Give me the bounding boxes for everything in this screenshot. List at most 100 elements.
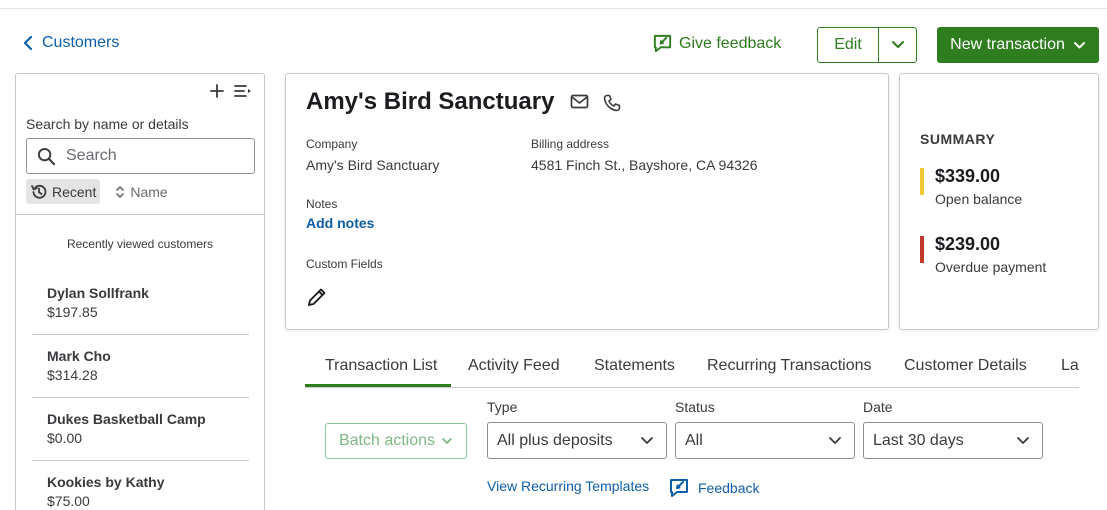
status-filter-value: All bbox=[685, 431, 703, 449]
tab-recurring-transactions[interactable]: Recurring Transactions bbox=[707, 357, 872, 375]
add-customer-button[interactable] bbox=[210, 84, 224, 98]
date-filter-label: Date bbox=[863, 399, 893, 415]
recent-customers-title: Recently viewed customers bbox=[66, 237, 214, 251]
sort-recent-button[interactable]: Recent bbox=[26, 179, 101, 204]
billing-address-label: Billing address bbox=[531, 137, 610, 151]
custom-fields-label: Custom Fields bbox=[306, 257, 383, 271]
customer-list-panel: Search by name or details Recent Name Re… bbox=[15, 73, 265, 510]
customer-name: Mark Cho bbox=[47, 348, 111, 364]
search-icon bbox=[37, 147, 56, 165]
feedback-icon bbox=[653, 34, 672, 53]
billing-address-value: 4581 Finch St., Bayshore, CA 94326 bbox=[531, 157, 758, 173]
give-feedback-link[interactable]: Give feedback bbox=[652, 33, 781, 54]
add-notes-link[interactable]: Add notes bbox=[306, 215, 374, 231]
open-balance-indicator bbox=[920, 168, 924, 195]
pencil-icon bbox=[308, 288, 326, 306]
edit-custom-fields-button[interactable] bbox=[306, 286, 328, 308]
open-balance-amount: $339.00 bbox=[935, 166, 1001, 186]
bottom-links: View Recurring Templates bbox=[487, 478, 649, 494]
date-filter-select[interactable]: Last 30 days bbox=[863, 422, 1043, 459]
chevron-down-icon bbox=[1017, 437, 1029, 444]
type-filter-label: Type bbox=[487, 399, 518, 415]
customer-search-box bbox=[26, 138, 255, 174]
active-tab-indicator bbox=[305, 384, 451, 387]
search-input[interactable] bbox=[66, 147, 236, 165]
feedback-label: Feedback bbox=[698, 480, 760, 496]
customer-detail-card: Amy's Bird Sanctuary Company Amy's Bird … bbox=[285, 73, 889, 330]
customer-balance: $314.28 bbox=[47, 367, 98, 383]
sort-controls: Recent Name bbox=[26, 179, 172, 204]
tab-transaction-list[interactable]: Transaction List bbox=[325, 357, 437, 375]
date-filter-value: Last 30 days bbox=[873, 431, 964, 449]
top-divider bbox=[0, 8, 1107, 9]
customer-balance: $197.85 bbox=[47, 304, 98, 320]
chevron-down-icon bbox=[1073, 41, 1085, 48]
customer-balance: $75.00 bbox=[47, 493, 90, 509]
summary-title: SUMMARY bbox=[920, 131, 996, 147]
list-tools bbox=[210, 84, 252, 98]
company-label: Company bbox=[306, 137, 358, 151]
overdue-amount: $239.00 bbox=[935, 234, 1001, 254]
customer-name: Dukes Basketball Camp bbox=[47, 411, 206, 427]
open-balance-text: $339.00 Open balance bbox=[935, 166, 1022, 207]
email-button[interactable] bbox=[570, 94, 589, 112]
list-item[interactable]: Kookies by Kathy $75.00 bbox=[32, 461, 249, 510]
status-filter-label: Status bbox=[675, 399, 715, 415]
view-recurring-templates-link[interactable]: View Recurring Templates bbox=[487, 478, 649, 494]
chevron-down-icon bbox=[891, 41, 904, 48]
list-item[interactable]: Mark Cho $314.28 bbox=[32, 335, 249, 398]
give-feedback-label: Give feedback bbox=[679, 34, 782, 52]
list-item[interactable]: Dylan Sollfrank $197.85 bbox=[32, 272, 249, 335]
plus-icon bbox=[210, 84, 224, 98]
back-link-label: Customers bbox=[42, 34, 120, 51]
chevron-left-icon bbox=[23, 35, 33, 51]
sort-name-button[interactable]: Name bbox=[110, 179, 171, 204]
new-transaction-button[interactable]: New transaction bbox=[937, 27, 1099, 63]
tab-statements[interactable]: Statements bbox=[594, 357, 675, 375]
sort-name-label: Name bbox=[130, 183, 168, 200]
customer-list: Dylan Sollfrank $197.85 Mark Cho $314.28… bbox=[32, 272, 249, 510]
overdue-label: Overdue payment bbox=[935, 259, 1047, 275]
list-options-button[interactable] bbox=[234, 84, 252, 98]
edit-button-group: Edit bbox=[817, 27, 917, 63]
overdue-indicator bbox=[920, 236, 924, 263]
customer-balance: $0.00 bbox=[47, 430, 83, 446]
tab-activity-feed[interactable]: Activity Feed bbox=[468, 357, 560, 375]
phone-icon bbox=[603, 94, 621, 112]
tab-customer-details[interactable]: Customer Details bbox=[904, 357, 1027, 375]
chevron-down-icon bbox=[442, 438, 452, 444]
list-divider bbox=[16, 214, 264, 215]
batch-actions-button[interactable]: Batch actions bbox=[325, 423, 467, 459]
search-hint: Search by name or details bbox=[26, 116, 189, 132]
sort-recent-label: Recent bbox=[52, 183, 97, 200]
customer-name: Kookies by Kathy bbox=[47, 474, 165, 490]
batch-actions-label: Batch actions bbox=[338, 432, 436, 449]
list-item[interactable]: Dukes Basketball Camp $0.00 bbox=[32, 398, 249, 461]
open-balance-label: Open balance bbox=[935, 191, 1023, 207]
chevron-down-icon bbox=[829, 437, 841, 444]
status-filter-select[interactable]: All bbox=[675, 422, 855, 459]
back-to-customers-link[interactable]: Customers bbox=[22, 34, 119, 52]
chevron-down-icon bbox=[641, 437, 653, 444]
edit-dropdown-button[interactable] bbox=[879, 28, 916, 62]
feedback-icon bbox=[670, 479, 688, 497]
feedback-link[interactable]: Feedback bbox=[668, 477, 759, 499]
customer-name: Dylan Sollfrank bbox=[47, 285, 149, 301]
history-icon bbox=[31, 184, 47, 199]
type-filter-select[interactable]: All plus deposits bbox=[487, 422, 667, 459]
contact-icons bbox=[570, 94, 621, 112]
new-transaction-label: New transaction bbox=[950, 36, 1065, 53]
customer-tabs: Transaction List Activity Feed Statement… bbox=[305, 349, 1079, 388]
sort-arrows-icon bbox=[116, 185, 125, 198]
overdue-text: $239.00 Overdue payment bbox=[935, 234, 1046, 275]
notes-label: Notes bbox=[306, 197, 338, 211]
company-value: Amy's Bird Sanctuary bbox=[306, 157, 440, 173]
overdue-row[interactable]: $239.00 Overdue payment bbox=[920, 234, 1046, 275]
type-filter-value: All plus deposits bbox=[497, 431, 613, 449]
edit-button[interactable]: Edit bbox=[818, 28, 879, 62]
list-menu-icon bbox=[234, 85, 251, 97]
mail-icon bbox=[570, 94, 589, 109]
open-balance-row[interactable]: $339.00 Open balance bbox=[920, 166, 1022, 207]
call-button[interactable] bbox=[603, 94, 621, 112]
tab-late-fees[interactable]: Late Fees bbox=[1061, 357, 1079, 375]
